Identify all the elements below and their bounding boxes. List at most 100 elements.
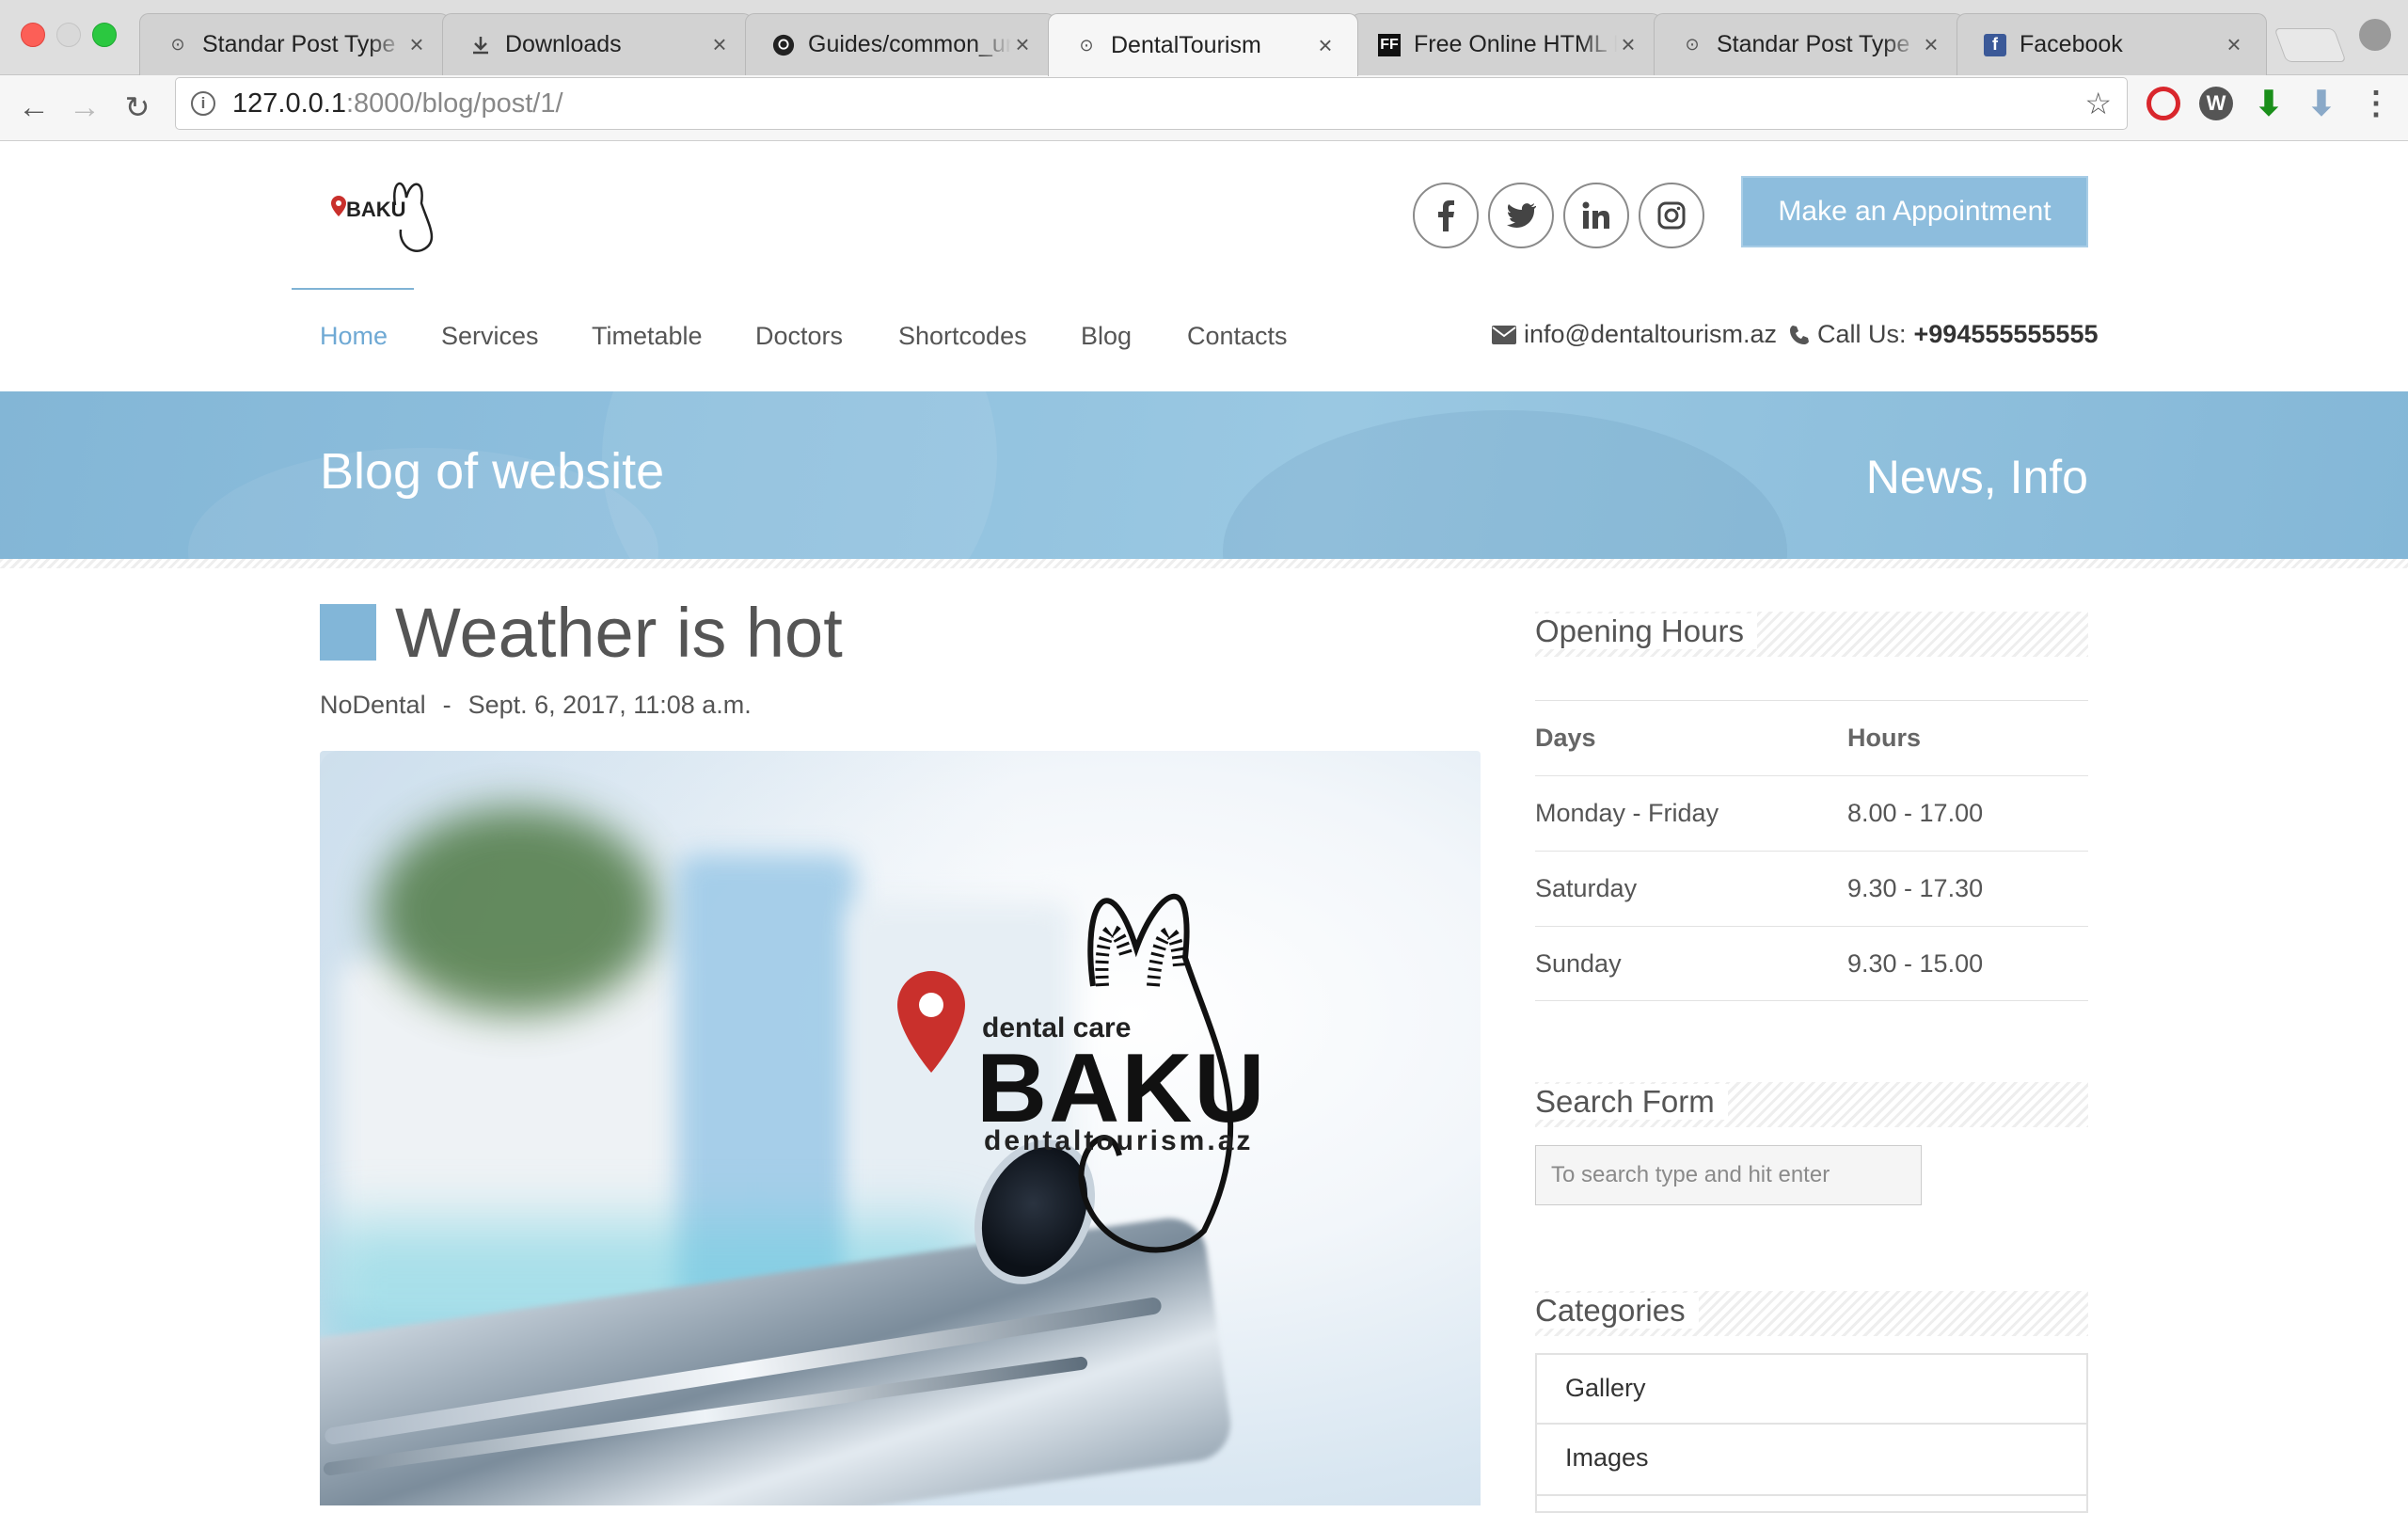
linkedin-icon[interactable] (1563, 183, 1629, 248)
instagram-icon[interactable] (1639, 183, 1704, 248)
nav-home[interactable]: Home (320, 322, 388, 359)
nav-services[interactable]: Services (441, 322, 539, 359)
address-bar[interactable]: i 127.0.0.1:8000/blog/post/1/ ☆ (175, 77, 2128, 130)
contact-phone: Call Us: +994555555555 (1789, 320, 2098, 349)
generic-site-icon: ⊙ (1685, 35, 1700, 54)
category-item-gallery[interactable]: Gallery (1565, 1374, 1646, 1403)
browser-tab-bar: ⊙ Standar Post Type × Downloads × Guides… (0, 0, 2408, 76)
nav-contacts[interactable]: Contacts (1187, 322, 1288, 359)
email-text: info@dentaltourism.az (1524, 320, 1778, 348)
nav-timetable[interactable]: Timetable (592, 322, 703, 359)
tab-title: Standar Post Type (1717, 31, 1910, 57)
generic-site-icon: ⊙ (170, 35, 185, 54)
hours-column-header: Hours (1847, 724, 1922, 752)
search-input[interactable] (1535, 1145, 1922, 1205)
post-date: Sept. 6, 2017, 11:08 a.m. (467, 691, 752, 719)
forward-arrow-icon[interactable]: → (66, 88, 103, 126)
hours-time: 8.00 - 17.00 (1847, 799, 1984, 827)
banner-subtitle: News, Info (1865, 451, 2088, 503)
contact-email[interactable]: info@dentaltourism.az (1492, 320, 1777, 349)
url-text[interactable]: 127.0.0.1:8000/blog/post/1/ (232, 88, 563, 119)
download-icon (469, 34, 492, 56)
hours-row: Monday - Friday 8.00 - 17.00 (1535, 775, 2088, 851)
profile-icon[interactable] (2359, 19, 2391, 51)
post-featured-image: dental care BAKU dentaltourism.az (320, 751, 1481, 1505)
categories-title: Categories (1535, 1293, 1699, 1329)
github-icon (772, 34, 795, 56)
phone-icon (1790, 325, 1809, 344)
brand-site: dentaltourism.az (984, 1125, 1254, 1156)
meta-separator: - (442, 691, 452, 719)
tab-close-icon[interactable]: × (1314, 31, 1337, 60)
info-icon[interactable]: i (191, 91, 215, 116)
browser-tab[interactable]: ⊙ Standar Post Type × (139, 13, 450, 75)
tab-close-icon[interactable]: × (1011, 30, 1034, 59)
hours-day: Saturday (1535, 874, 1638, 902)
new-tab-button[interactable] (2273, 28, 2347, 62)
category-divider (1537, 1423, 2086, 1425)
tab-title: Guides/common_ur (808, 31, 1011, 57)
hours-row: Sunday 9.30 - 15.00 (1535, 926, 2088, 1001)
twitter-icon[interactable] (1488, 183, 1554, 248)
browser-tab-active[interactable]: ⊙ DentalTourism × (1048, 13, 1358, 76)
download-blue-extension-icon[interactable]: ⬇ (2305, 87, 2338, 120)
opera-extension-icon[interactable] (2147, 87, 2180, 120)
opening-hours-title: Opening Hours (1535, 613, 1757, 649)
post-meta: NoDental - Sept. 6, 2017, 11:08 a.m. (320, 691, 752, 720)
reload-icon[interactable]: ↻ (119, 88, 156, 126)
search-form-title: Search Form (1535, 1084, 1728, 1120)
hours-time: 9.30 - 15.00 (1847, 948, 1984, 978)
days-column-header: Days (1535, 724, 1596, 752)
browser-tab[interactable]: FF Free Online HTML I × (1351, 13, 1661, 75)
facebook-icon: f (1984, 33, 2006, 56)
browser-tab[interactable]: f Facebook × (1956, 13, 2267, 75)
envelope-icon (1492, 325, 1516, 344)
browser-tab[interactable]: Guides/common_ur × (745, 13, 1055, 75)
post-title: Weather is hot (395, 594, 843, 672)
phone-number: +994555555555 (1913, 320, 2099, 348)
svg-text:BAKU: BAKU (346, 198, 406, 221)
hours-day: Monday - Friday (1535, 799, 1719, 827)
browser-tab[interactable]: ⊙ Standar Post Type × (1654, 13, 1964, 75)
logo-underline (292, 288, 414, 290)
hours-table-header: Days Hours (1535, 700, 2088, 775)
ff-site-icon: FF (1378, 33, 1401, 56)
download-green-extension-icon[interactable]: ⬇ (2252, 87, 2286, 120)
url-path: :8000/blog/post/1/ (345, 88, 563, 119)
chrome-menu-icon[interactable]: ⋮ (2359, 87, 2393, 120)
window-zoom-button[interactable] (92, 23, 117, 47)
site-logo[interactable]: BAKU (320, 169, 461, 263)
nav-shortcodes[interactable]: Shortcodes (898, 322, 1027, 359)
window-close-button[interactable] (21, 23, 45, 47)
wordpress-extension-icon[interactable]: W (2199, 87, 2233, 120)
tab-title: Free Online HTML I (1414, 31, 1617, 57)
back-arrow-icon[interactable]: ← (15, 88, 53, 126)
post-title-marker (320, 604, 376, 661)
url-host: 127.0.0.1 (232, 88, 346, 119)
call-label: Call Us: (1817, 320, 1907, 348)
tab-title: Downloads (505, 31, 622, 57)
hours-time: 9.30 - 17.30 (1847, 874, 1984, 902)
browser-tab[interactable]: Downloads × (442, 13, 752, 75)
post-author[interactable]: NoDental (320, 691, 426, 719)
hours-day: Sunday (1535, 948, 1622, 978)
banner-divider (0, 559, 2408, 568)
tab-close-icon[interactable]: × (1920, 30, 1942, 59)
category-divider (1537, 1494, 2086, 1496)
tab-title: Facebook (2020, 31, 2123, 57)
category-item-images[interactable]: Images (1565, 1443, 1649, 1473)
facebook-icon[interactable] (1413, 183, 1479, 248)
hours-row: Saturday 9.30 - 17.30 (1535, 851, 2088, 926)
tab-title: DentalTourism (1111, 31, 1261, 58)
nav-blog[interactable]: Blog (1081, 322, 1132, 359)
tab-close-icon[interactable]: × (405, 30, 428, 59)
tab-title: Standar Post Type (202, 31, 396, 57)
bookmark-star-icon[interactable]: ☆ (2084, 86, 2112, 121)
nav-doctors[interactable]: Doctors (755, 322, 843, 359)
window-minimize-button[interactable] (56, 23, 81, 47)
tab-close-icon[interactable]: × (2223, 30, 2245, 59)
make-appointment-button[interactable]: Make an Appointment (1741, 176, 2088, 247)
tab-close-icon[interactable]: × (708, 30, 731, 59)
generic-site-icon: ⊙ (1079, 35, 1094, 55)
tab-close-icon[interactable]: × (1617, 30, 1640, 59)
